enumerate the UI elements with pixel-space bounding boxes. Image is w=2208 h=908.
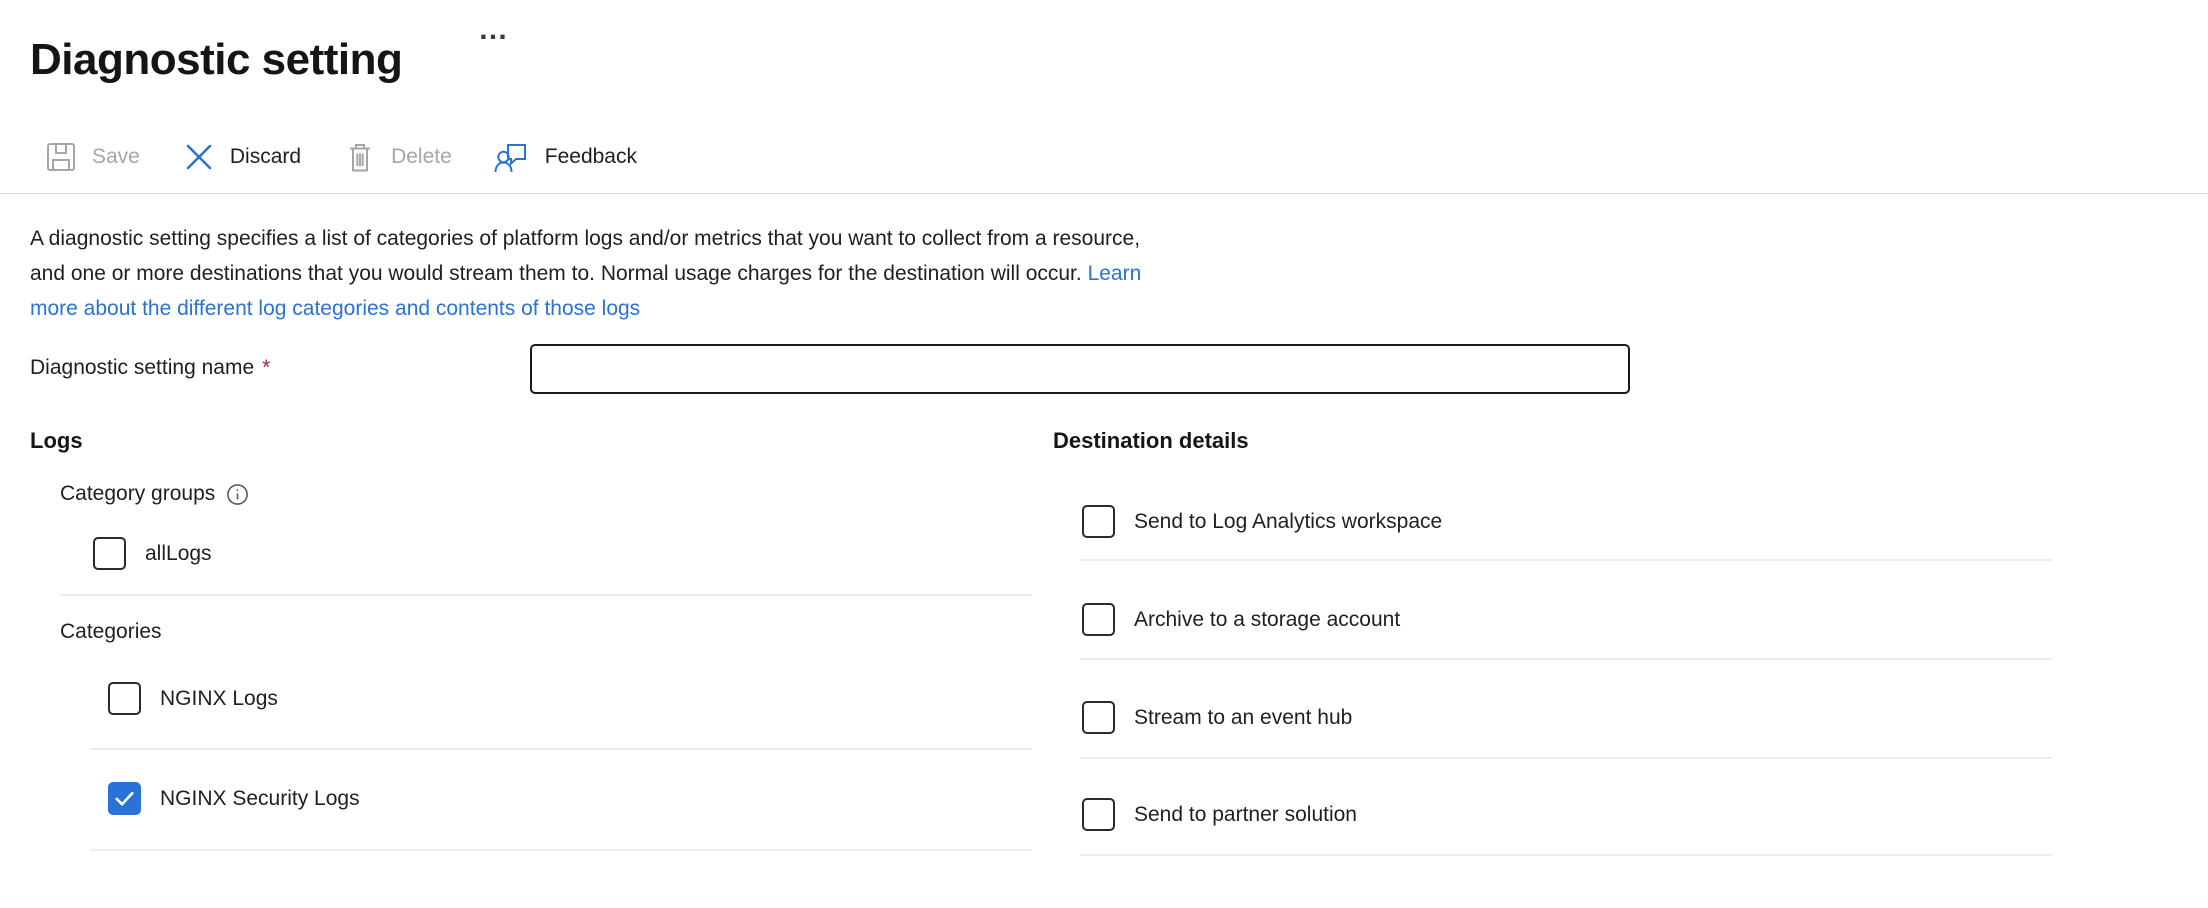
description: A diagnostic setting specifies a list of…	[30, 221, 1141, 326]
archive-storage-row: Archive to a storage account	[1082, 603, 1400, 636]
feedback-button[interactable]: Feedback	[494, 139, 637, 175]
checkbox-send-log-analytics[interactable]	[1082, 505, 1115, 538]
destination-divider-3	[1080, 757, 2052, 759]
logs-divider-2	[90, 748, 1032, 750]
discard-button[interactable]: Discard	[182, 140, 301, 174]
x-icon	[182, 140, 216, 174]
destination-divider-2	[1080, 658, 2052, 660]
feedback-icon	[494, 139, 531, 175]
archive-storage-label: Archive to a storage account	[1134, 608, 1400, 632]
delete-label: Delete	[391, 145, 452, 169]
check-icon	[111, 785, 138, 812]
toolbar-divider	[0, 193, 2208, 194]
more-options-button[interactable]: …	[472, 14, 515, 46]
stream-event-hub-row: Stream to an event hub	[1082, 701, 1352, 734]
send-log-analytics-label: Send to Log Analytics workspace	[1134, 510, 1442, 534]
discard-label: Discard	[230, 145, 301, 169]
feedback-label: Feedback	[545, 145, 637, 169]
delete-button[interactable]: Delete	[343, 140, 452, 174]
categories-label: Categories	[60, 620, 162, 644]
page-title: Diagnostic setting	[30, 35, 402, 85]
name-label-text: Diagnostic setting name	[30, 356, 254, 380]
save-icon	[44, 140, 78, 174]
checkbox-alllogs[interactable]	[93, 537, 126, 570]
send-partner-solution-label: Send to partner solution	[1134, 803, 1357, 827]
checkbox-send-partner-solution[interactable]	[1082, 798, 1115, 831]
send-partner-solution-row: Send to partner solution	[1082, 798, 1357, 831]
logs-header: Logs	[30, 428, 83, 454]
logs-divider-1	[60, 594, 1032, 596]
stream-event-hub-label: Stream to an event hub	[1134, 706, 1352, 730]
toolbar: Save Discard Delete	[44, 134, 637, 180]
learn-more-link-continued[interactable]: more about the different log categories …	[30, 297, 640, 320]
alllogs-label: allLogs	[145, 542, 212, 566]
send-log-analytics-row: Send to Log Analytics workspace	[1082, 505, 1442, 538]
checkbox-nginx-logs[interactable]	[108, 682, 141, 715]
nginx-security-logs-label: NGINX Security Logs	[160, 787, 360, 811]
description-line2: and one or more destinations that you wo…	[30, 256, 1141, 291]
name-field-label: Diagnostic setting name *	[30, 356, 270, 380]
description-line3: more about the different log categories …	[30, 291, 1141, 326]
checkbox-archive-storage[interactable]	[1082, 603, 1115, 636]
required-asterisk: *	[262, 356, 270, 380]
info-icon[interactable]	[226, 483, 249, 506]
alllogs-row: allLogs	[93, 537, 212, 570]
trash-icon	[343, 140, 377, 174]
category-groups-label: Category groups	[60, 482, 215, 506]
description-line1: A diagnostic setting specifies a list of…	[30, 221, 1141, 256]
nginx-security-logs-row: NGINX Security Logs	[108, 782, 360, 815]
logs-divider-3	[90, 849, 1032, 851]
nginx-logs-row: NGINX Logs	[108, 682, 278, 715]
destination-divider-1	[1080, 559, 2052, 561]
destination-divider-4	[1080, 854, 2052, 856]
checkbox-stream-event-hub[interactable]	[1082, 701, 1115, 734]
save-button[interactable]: Save	[44, 140, 140, 174]
save-label: Save	[92, 145, 140, 169]
nginx-logs-label: NGINX Logs	[160, 687, 278, 711]
destination-details-header: Destination details	[1053, 428, 1249, 454]
learn-more-link[interactable]: Learn	[1088, 262, 1142, 285]
checkbox-nginx-security-logs[interactable]	[108, 782, 141, 815]
category-groups-row: Category groups	[60, 482, 249, 506]
diagnostic-setting-name-input[interactable]	[530, 344, 1630, 394]
